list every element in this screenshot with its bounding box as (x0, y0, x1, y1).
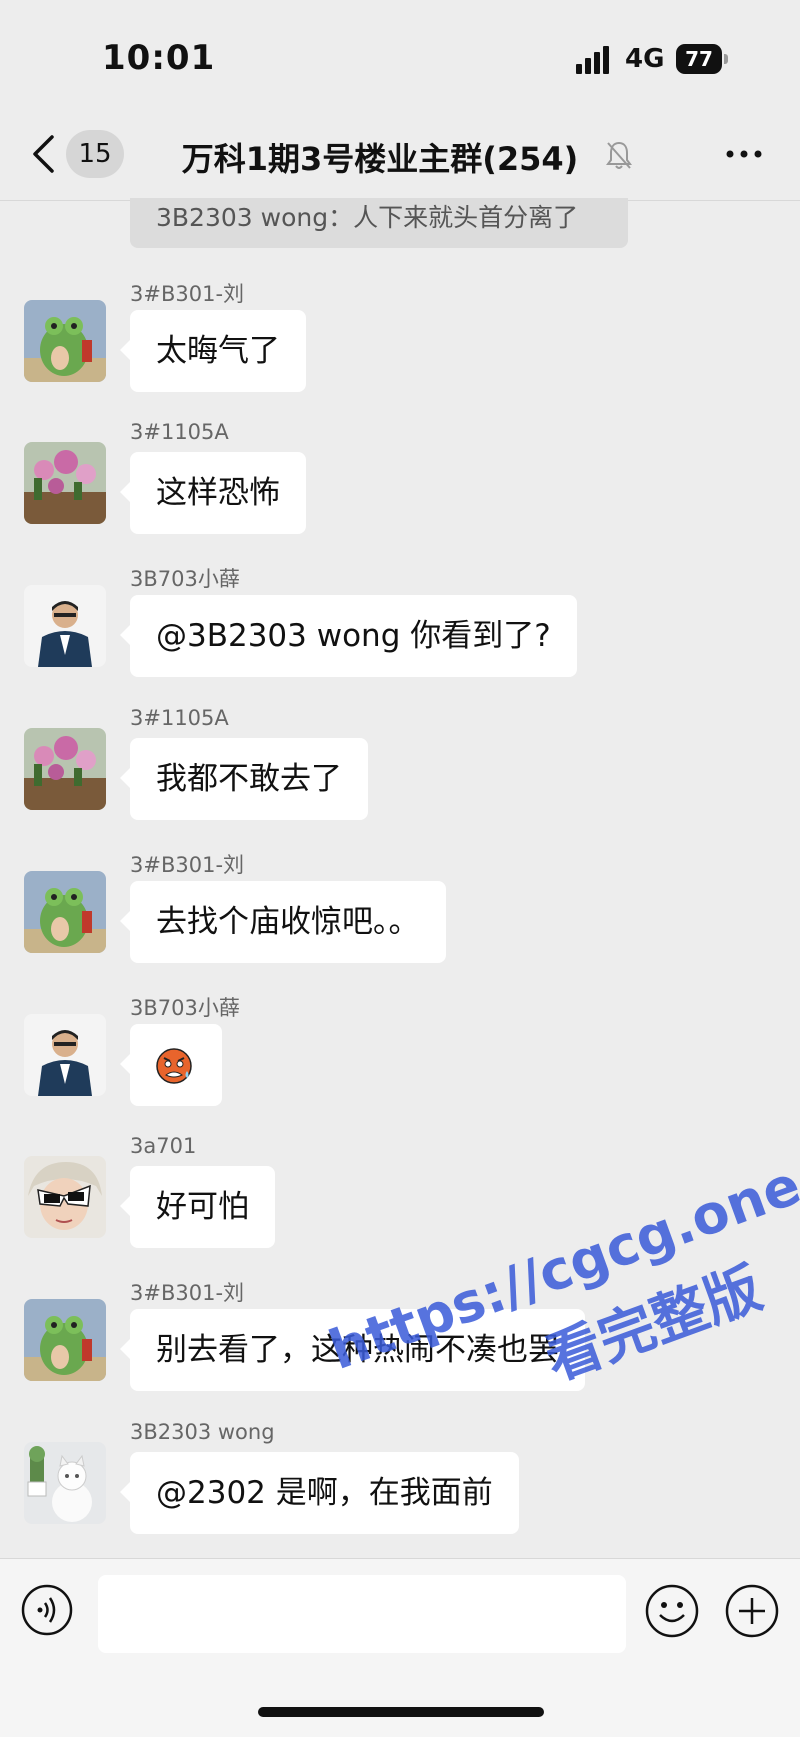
chevron-left-icon[interactable] (30, 134, 56, 174)
network-type: 4G (625, 44, 665, 74)
flowers-avatar[interactable] (24, 728, 106, 810)
message-bubble[interactable]: 别去看了，这种热闹不凑也罢 (120, 1309, 585, 1391)
sender-name: 3B2303 wong (130, 1420, 275, 1444)
man-suit-avatar[interactable] (24, 585, 106, 667)
sender-name: 3#B301-刘 (130, 1281, 245, 1305)
battery-icon: 77 (676, 44, 728, 74)
message-bubble[interactable]: @2302 是啊，在我面前 (120, 1452, 519, 1534)
scared-face-emoji (156, 1048, 192, 1084)
cat-avatar[interactable] (24, 1442, 106, 1524)
message-bubble[interactable]: 太晦气了 (120, 310, 306, 392)
status-time: 10:01 (102, 38, 216, 78)
sender-name: 3#1105A (130, 706, 229, 730)
frog-avatar[interactable] (24, 871, 106, 953)
home-indicator (258, 1707, 544, 1717)
message-input[interactable] (98, 1575, 626, 1653)
unread-count-badge[interactable]: 15 (66, 130, 124, 178)
sender-name: 3a701 (130, 1134, 197, 1158)
plus-icon[interactable] (724, 1583, 780, 1639)
status-bar: 10:01 4G 77 (0, 0, 800, 120)
sender-name: 3B703小薛 (130, 996, 240, 1020)
system-message: 3B2303 wong：人下来就头首分离了 (130, 198, 628, 248)
sender-name: 3B703小薛 (130, 567, 240, 591)
message-bubble[interactable]: 我都不敢去了 (120, 738, 368, 820)
flowers-avatar[interactable] (24, 442, 106, 524)
message-bubble[interactable]: 好可怕 (120, 1166, 275, 1248)
sender-name: 3#B301-刘 (130, 282, 245, 306)
chat-header: 15 万科1期3号楼业主群(254) (0, 120, 800, 201)
sender-name: 3#B301-刘 (130, 853, 245, 877)
message-bubble[interactable]: 去找个庙收惊吧。。 (120, 881, 446, 963)
signal-icon (576, 46, 609, 74)
watermark: https://cgcg.one 看完整版 (280, 1039, 800, 1454)
man-suit-avatar[interactable] (24, 1014, 106, 1096)
message-bubble[interactable]: @3B2303 wong 你看到了? (120, 595, 577, 677)
more-dots-icon[interactable] (722, 142, 766, 166)
voice-icon[interactable] (20, 1583, 74, 1637)
message-bubble[interactable]: 这样恐怖 (120, 452, 306, 534)
frog-avatar[interactable] (24, 1299, 106, 1381)
input-bar (0, 1558, 800, 1737)
frog-avatar[interactable] (24, 300, 106, 382)
bell-muted-icon (606, 141, 632, 169)
sticker-bubble[interactable] (120, 1024, 222, 1106)
chat-title[interactable]: 万科1期3号楼业主群(254) (150, 134, 610, 180)
emoji-icon[interactable] (644, 1583, 700, 1639)
sender-name: 3#1105A (130, 420, 229, 444)
girl-sunglasses-avatar[interactable] (24, 1156, 106, 1238)
